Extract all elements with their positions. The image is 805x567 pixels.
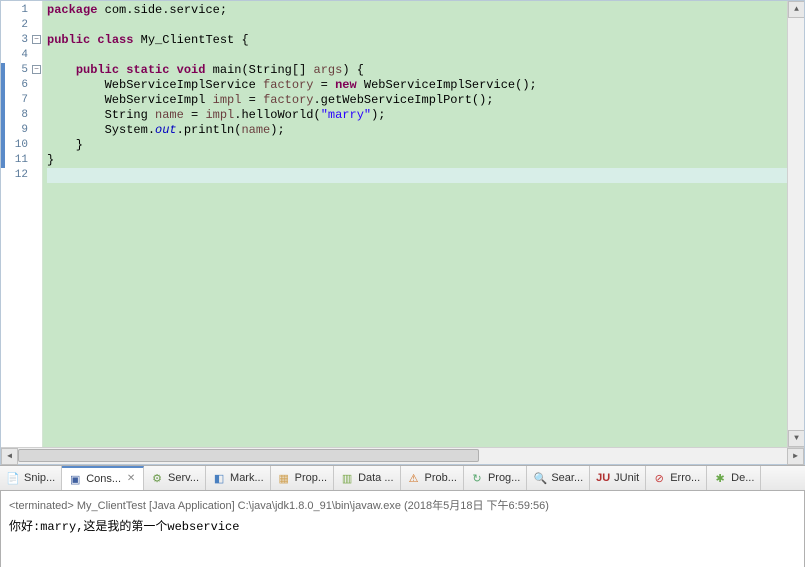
code-line[interactable]: public static void main(String[] args) { <box>47 63 787 78</box>
code-body[interactable]: package com.side.service; public class My… <box>43 1 787 447</box>
gutter-line: 4 <box>1 48 42 63</box>
tab-label: JUnit <box>614 472 639 484</box>
horizontal-scrollbar[interactable]: ◀ ▶ <box>1 447 804 464</box>
code-line[interactable]: } <box>47 153 787 168</box>
console-header: <terminated> My_ClientTest [Java Applica… <box>1 491 804 515</box>
fold-toggle[interactable]: − <box>32 35 41 44</box>
code-line[interactable]: package com.side.service; <box>47 3 787 18</box>
vertical-scrollbar[interactable]: ▲ ▼ <box>787 1 804 447</box>
erro-icon: ⊘ <box>652 471 666 485</box>
close-icon[interactable]: ✕ <box>125 473 137 485</box>
gutter-line: 7 <box>1 93 42 108</box>
tab-label: Prob... <box>425 472 457 484</box>
tab-serv[interactable]: ⚙ Serv... <box>144 466 206 490</box>
change-marker <box>1 63 5 78</box>
code-line[interactable]: public class My_ClientTest { <box>47 33 787 48</box>
change-marker <box>1 108 5 123</box>
mark-icon: ◧ <box>212 471 226 485</box>
scroll-down-button[interactable]: ▼ <box>788 430 804 447</box>
tab-prob[interactable]: ⚠ Prob... <box>401 466 464 490</box>
tab-prop[interactable]: ▦ Prop... <box>271 466 334 490</box>
tab-erro[interactable]: ⊘ Erro... <box>646 466 707 490</box>
tab-junit[interactable]: JU JUnit <box>590 466 646 490</box>
code-line[interactable]: WebServiceImplService factory = new WebS… <box>47 78 787 93</box>
code-editor: 123−45−6789101112 package com.side.servi… <box>0 0 805 465</box>
junit-icon: JU <box>596 471 610 485</box>
change-marker <box>1 78 5 93</box>
gutter-line: 1 <box>1 3 42 18</box>
data-icon: ▥ <box>340 471 354 485</box>
gutter-line: 10 <box>1 138 42 153</box>
code-line[interactable]: System.out.println(name); <box>47 123 787 138</box>
prog-icon: ↻ <box>470 471 484 485</box>
gutter-line: 11 <box>1 153 42 168</box>
tab-de[interactable]: ✱ De... <box>707 466 761 490</box>
tab-label: Erro... <box>670 472 700 484</box>
code-line[interactable] <box>47 168 787 183</box>
console-status-prefix: <terminated> <box>9 500 77 512</box>
tab-data[interactable]: ▥ Data ... <box>334 466 400 490</box>
hscroll-thumb[interactable] <box>18 449 479 462</box>
prob-icon: ⚠ <box>407 471 421 485</box>
serv-icon: ⚙ <box>150 471 164 485</box>
code-line[interactable] <box>47 18 787 33</box>
tab-snip[interactable]: 📄 Snip... <box>0 466 62 490</box>
tab-prog[interactable]: ↻ Prog... <box>464 466 527 490</box>
gutter-line: 8 <box>1 108 42 123</box>
tab-sear[interactable]: 🔍 Sear... <box>527 466 590 490</box>
de-icon: ✱ <box>713 471 727 485</box>
code-line[interactable]: } <box>47 138 787 153</box>
line-gutter: 123−45−6789101112 <box>1 1 43 447</box>
gutter-line: 9 <box>1 123 42 138</box>
tab-label: Snip... <box>24 472 55 484</box>
tab-label: Cons... <box>86 473 121 485</box>
tab-label: Prog... <box>488 472 520 484</box>
snip-icon: 📄 <box>6 471 20 485</box>
code-line[interactable]: String name = impl.helloWorld("marry"); <box>47 108 787 123</box>
console-output[interactable]: 你好:marry,这是我的第一个webservice <box>1 515 804 567</box>
change-marker <box>1 93 5 108</box>
gutter-line: 2 <box>1 18 42 33</box>
gutter-line: 5− <box>1 63 42 78</box>
vscroll-track[interactable] <box>788 18 804 430</box>
scroll-right-button[interactable]: ▶ <box>787 448 804 465</box>
code-container: 123−45−6789101112 package com.side.servi… <box>1 1 804 447</box>
views-tab-bar: 📄 Snip... ▣ Cons... ✕ ⚙ Serv... ◧ Mark... ▦ Prop..… <box>0 465 805 491</box>
tab-label: Serv... <box>168 472 199 484</box>
change-marker <box>1 123 5 138</box>
sear-icon: 🔍 <box>533 471 547 485</box>
prop-icon: ▦ <box>277 471 291 485</box>
console-view: <terminated> My_ClientTest [Java Applica… <box>0 491 805 567</box>
console-line: 你好:marry,这是我的第一个webservice <box>9 517 796 534</box>
scroll-left-button[interactable]: ◀ <box>1 448 18 465</box>
tab-cons[interactable]: ▣ Cons... ✕ <box>62 466 144 490</box>
tab-mark[interactable]: ◧ Mark... <box>206 466 271 490</box>
code-line[interactable]: WebServiceImpl impl = factory.getWebServ… <box>47 93 787 108</box>
gutter-line: 12 <box>1 168 42 183</box>
tab-label: Data ... <box>358 472 393 484</box>
fold-toggle[interactable]: − <box>32 65 41 74</box>
code-line[interactable] <box>47 48 787 63</box>
change-marker <box>1 153 5 168</box>
scroll-up-button[interactable]: ▲ <box>788 1 804 18</box>
gutter-line: 3− <box>1 33 42 48</box>
tab-label: Sear... <box>551 472 583 484</box>
tab-label: De... <box>731 472 754 484</box>
console-launch-info: My_ClientTest [Java Application] C:\java… <box>77 500 549 512</box>
cons-icon: ▣ <box>68 472 82 486</box>
gutter-line: 6 <box>1 78 42 93</box>
tab-label: Mark... <box>230 472 264 484</box>
tab-label: Prop... <box>295 472 327 484</box>
hscroll-track[interactable] <box>18 448 787 464</box>
change-marker <box>1 138 5 153</box>
